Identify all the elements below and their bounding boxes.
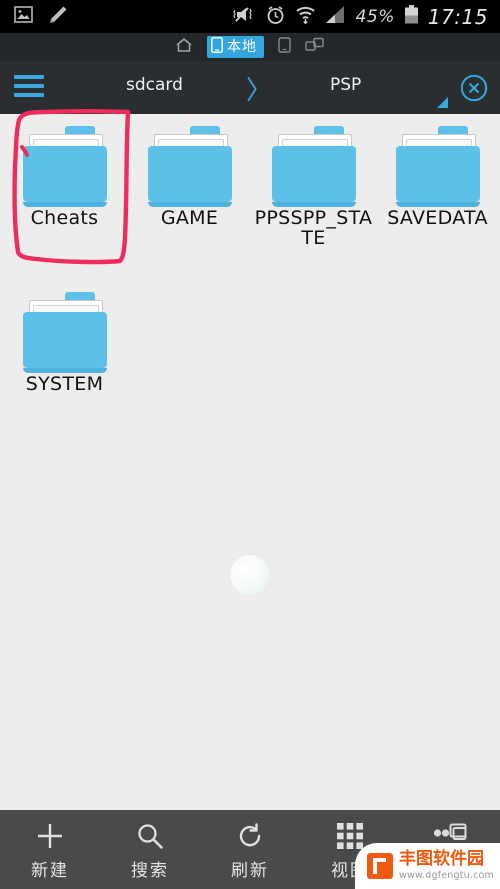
battery-icon: [404, 4, 419, 29]
gallery-icon: [14, 6, 33, 27]
phone-screen: 45% 17:15 本地 sdcard 〉 PSP Cheats GAME PP…: [0, 0, 500, 889]
file-grid: Cheats GAME PPSSPP_STATE SAVEDATA SYSTEM: [0, 114, 500, 810]
watermark-brand: 丰图软件园: [399, 849, 484, 870]
phone-icon: [211, 37, 223, 56]
list-item[interactable]: Cheats: [2, 114, 127, 229]
grid-view-icon: [337, 821, 363, 851]
path-bar: sdcard 〉 PSP: [0, 61, 500, 114]
list-item[interactable]: SYSTEM: [2, 280, 127, 395]
network-icon[interactable]: [305, 37, 325, 57]
tab-bar: 本地: [0, 33, 500, 61]
folder-icon: [19, 292, 111, 373]
list-item[interactable]: GAME: [127, 114, 252, 229]
list-item-label: PPSSPP_STATE: [254, 207, 373, 249]
clock-time: 17:15: [427, 4, 488, 29]
list-item-label: SAVEDATA: [387, 207, 488, 229]
breadcrumb-sdcard[interactable]: sdcard: [126, 75, 183, 95]
breadcrumb-separator: 〉: [246, 76, 273, 106]
pencil-icon: [47, 5, 68, 29]
wifi-icon: [295, 5, 316, 28]
folder-icon: [268, 126, 360, 207]
fengtu-logo-icon: [367, 853, 393, 879]
status-bar-right: 45% 17:15: [232, 4, 500, 29]
battery-percent: 45%: [355, 6, 395, 27]
toolbar-refresh-button[interactable]: 刷新: [200, 810, 300, 881]
folder-icon: [144, 126, 236, 207]
home-icon[interactable]: [175, 37, 193, 57]
breadcrumb-psp[interactable]: PSP: [330, 75, 361, 95]
list-item[interactable]: PPSSPP_STATE: [251, 114, 376, 249]
loading-ripple: [230, 555, 270, 595]
search-icon: [136, 821, 164, 851]
list-item-label: SYSTEM: [25, 373, 104, 395]
folder-icon: [19, 126, 111, 207]
tab-local[interactable]: 本地: [207, 36, 264, 58]
refresh-icon: [236, 821, 264, 851]
close-circle-icon[interactable]: [460, 74, 488, 102]
toolbar-new-button[interactable]: 新建: [0, 810, 100, 881]
list-item-label: GAME: [160, 207, 219, 229]
alarm-clock-icon: [265, 5, 286, 29]
toolbar-search-button[interactable]: 搜索: [100, 810, 200, 881]
toolbar-refresh-label: 刷新: [231, 861, 269, 881]
list-item[interactable]: SAVEDATA: [375, 114, 500, 229]
resize-triangle-icon[interactable]: [437, 97, 448, 108]
status-bar: 45% 17:15: [0, 0, 500, 33]
list-item-label: Cheats: [30, 207, 99, 229]
status-bar-left: [0, 5, 68, 29]
plus-icon: [35, 821, 65, 851]
device-icon[interactable]: [278, 37, 291, 57]
watermark: 丰图软件园 www.dgfengtu.com: [355, 843, 500, 889]
tab-local-label: 本地: [227, 38, 257, 55]
hamburger-menu-icon[interactable]: [14, 75, 44, 99]
vibrate-mute-icon: [232, 5, 256, 28]
cellular-signal-icon: [325, 5, 347, 28]
watermark-url: www.dgfengtu.com: [399, 870, 495, 882]
toolbar-search-label: 搜索: [131, 861, 169, 881]
toolbar-new-label: 新建: [31, 861, 69, 881]
folder-icon: [392, 126, 484, 207]
